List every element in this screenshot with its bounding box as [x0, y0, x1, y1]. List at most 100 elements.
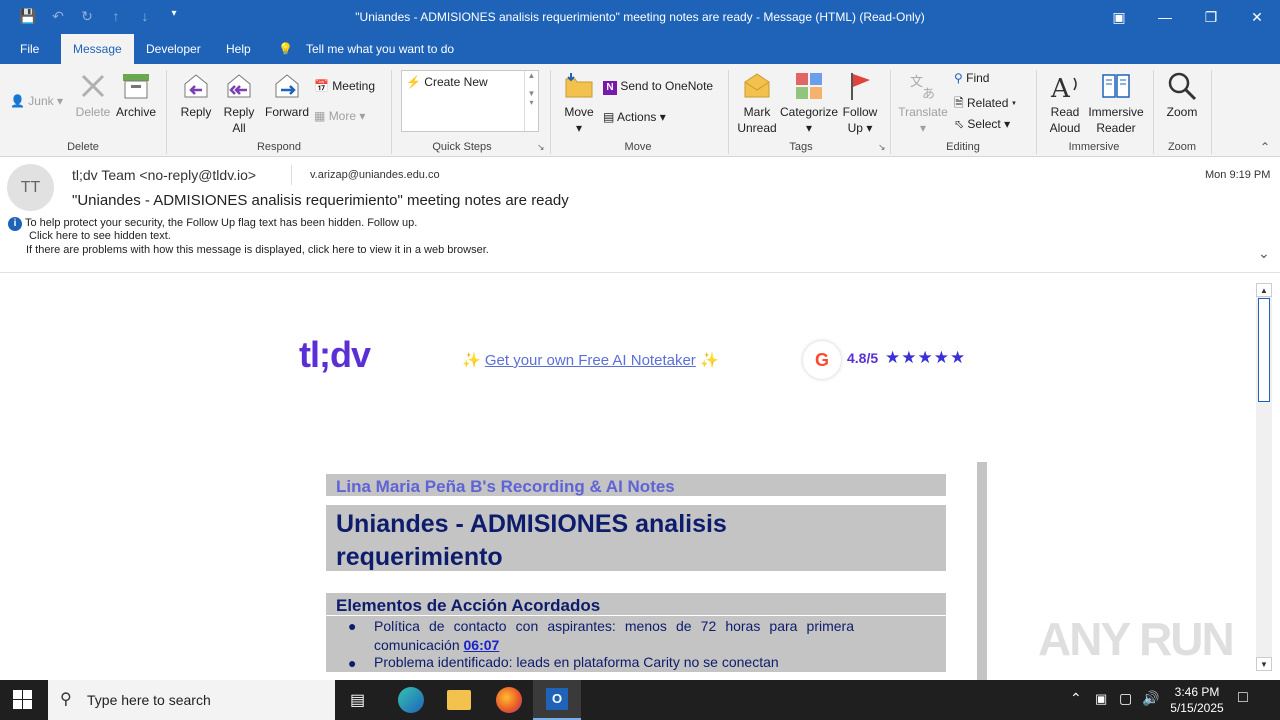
zoom-button[interactable]: Zoom	[1160, 70, 1204, 120]
action-items-list: ● Política de contacto con aspirantes: m…	[326, 616, 946, 672]
delete-button[interactable]: Delete	[72, 70, 114, 120]
watermark-logo: ANY RUN	[1038, 613, 1235, 665]
ribbon-divider	[166, 70, 167, 154]
task-view-icon[interactable]: ▤	[350, 690, 365, 710]
clock[interactable]: 3:46 PM 5/15/2025	[1168, 684, 1226, 716]
immersive-reader-icon	[1102, 74, 1130, 98]
notification-icon[interactable]: □	[1238, 689, 1248, 707]
timestamp-link[interactable]: 06:07	[464, 637, 500, 653]
group-label-move: Move	[624, 141, 652, 153]
junk-button[interactable]: 👤 Junk ▾	[10, 94, 63, 108]
list-bullet: ●	[348, 655, 357, 671]
info-browser-link[interactable]: If there are problems with how this mess…	[26, 244, 489, 256]
recipient[interactable]: v.arizap@uniandes.edu.co	[310, 169, 440, 181]
sender[interactable]: tl;dv Team <no-reply@tldv.io>	[72, 167, 256, 183]
list-bullet: ●	[348, 618, 357, 634]
group-label-zoom: Zoom	[1167, 141, 1197, 153]
related-button[interactable]: 🗎 Related ▾	[954, 94, 1016, 115]
ribbon-divider	[1211, 70, 1212, 154]
ribbon: 👤 Junk ▾ Delete Archive Delete Reply Rep…	[0, 64, 1280, 157]
monitor-icon[interactable]: ▢	[1119, 690, 1132, 707]
info-followup-text[interactable]: To help protect your security, the Follo…	[25, 217, 417, 229]
network-icon[interactable]: ▣	[1095, 691, 1107, 707]
card-shadow-bar	[977, 462, 987, 680]
follow-up-button[interactable]: Follow Up ▾	[840, 70, 880, 136]
scroll-up-arrow-icon[interactable]: ▲	[1256, 283, 1272, 297]
select-button[interactable]: ⬁ Select ▾	[954, 117, 1010, 131]
outlook-taskbar-button[interactable]: O	[533, 680, 581, 720]
avatar: TT	[7, 164, 54, 211]
expand-header-icon[interactable]: ⌄	[1258, 245, 1270, 262]
vertical-scrollbar[interactable]: ▲ ▼	[1256, 283, 1272, 671]
dialog-launcher-icon[interactable]: ↘	[537, 142, 545, 153]
quick-steps-gallery[interactable]: ⚡ Create New ▲ ▼ ▾	[401, 70, 539, 132]
quick-step-create-new[interactable]: ⚡ Create New	[406, 75, 488, 89]
more-button[interactable]: ▦ More ▾	[314, 109, 365, 123]
translate-button[interactable]: 文あ Translate ▾	[897, 70, 949, 136]
group-label-tags: Tags	[789, 141, 813, 153]
archive-button[interactable]: Archive	[114, 70, 158, 120]
read-aloud-button[interactable]: A Read Aloud	[1043, 70, 1087, 136]
card-spacer	[326, 571, 937, 593]
move-button[interactable]: Move ▾	[560, 70, 598, 136]
forward-button[interactable]: Forward	[262, 70, 312, 120]
reply-button[interactable]: Reply	[176, 70, 216, 120]
reply-icon	[184, 74, 208, 98]
firefox-icon[interactable]	[496, 687, 522, 713]
info-hidden-text-link[interactable]: Click here to see hidden text.	[29, 230, 171, 242]
delete-icon	[81, 74, 105, 98]
group-label-delete: Delete	[67, 141, 99, 153]
forward-icon	[275, 74, 299, 98]
message-header: TT tl;dv Team <no-reply@tldv.io> v.ariza…	[0, 157, 1280, 273]
ribbon-divider	[728, 70, 729, 154]
section-title: Elementos de Acción Acordados	[336, 596, 601, 615]
move-folder-icon	[565, 73, 593, 98]
chevron-up-icon[interactable]: ⌃	[1070, 690, 1082, 707]
minimize-button[interactable]: —	[1142, 4, 1188, 30]
send-to-onenote-button[interactable]: N Send to OneNote	[603, 79, 713, 95]
reply-all-button[interactable]: Reply All	[219, 70, 259, 136]
close-button[interactable]: ✕	[1234, 4, 1280, 30]
edge-browser-icon[interactable]	[398, 687, 424, 713]
windows-start-icon[interactable]	[13, 690, 33, 710]
svg-text:A: A	[1050, 74, 1071, 102]
actions-button[interactable]: ▤ Actions ▾	[603, 110, 666, 124]
dialog-launcher-icon[interactable]: ↘	[878, 142, 886, 153]
outlook-icon: O	[546, 688, 568, 710]
tab-file[interactable]: File	[8, 34, 51, 64]
taskbar-search-box[interactable]: ⚲ Type here to search	[48, 680, 335, 720]
ribbon-divider	[550, 70, 551, 154]
scroll-down-arrow-icon[interactable]: ▼	[1256, 657, 1272, 671]
meeting-button[interactable]: 📅 Meeting	[314, 79, 375, 93]
ribbon-divider	[890, 70, 891, 154]
group-label-editing: Editing	[946, 141, 980, 153]
maximize-button[interactable]: ❐	[1188, 4, 1234, 30]
volume-icon[interactable]: 🔊	[1142, 690, 1159, 707]
scroll-thumb[interactable]	[1258, 298, 1270, 402]
read-aloud-icon: A	[1050, 74, 1077, 102]
section-header-bar: Elementos de Acción Acordados	[326, 593, 946, 615]
gallery-scroll[interactable]: ▲ ▼ ▾	[524, 71, 538, 131]
categorize-button[interactable]: Categorize ▾	[780, 70, 838, 136]
search-placeholder: Type here to search	[87, 692, 211, 708]
tab-message[interactable]: Message	[61, 34, 134, 64]
info-icon: i	[8, 217, 22, 231]
more-icon: ▦	[314, 109, 326, 123]
find-button[interactable]: ⚲ Find	[954, 71, 989, 85]
mark-unread-button[interactable]: Mark Unread	[735, 70, 779, 136]
translate-icon: 文あ	[910, 75, 935, 102]
divider	[291, 165, 292, 185]
tab-help[interactable]: Help	[214, 34, 263, 64]
ribbon-display-icon[interactable]: ▣	[1096, 4, 1142, 30]
immersive-reader-button[interactable]: Immersive Reader	[1087, 70, 1145, 136]
file-explorer-icon[interactable]	[447, 690, 471, 710]
tell-me-search[interactable]: Tell me what you want to do	[294, 34, 466, 64]
promo-link[interactable]: ✨ Get your own Free AI Notetaker ✨	[462, 351, 719, 369]
collapse-ribbon-icon[interactable]: ⌃	[1260, 140, 1270, 154]
svg-text:あ: あ	[922, 87, 935, 102]
window-title: "Uniandes - ADMISIONES analisis requerim…	[355, 10, 925, 24]
meeting-title: Uniandes - ADMISIONES analisis requerimie…	[336, 510, 727, 571]
tab-developer[interactable]: Developer	[134, 34, 213, 64]
tldv-logo[interactable]: tl;dv	[299, 334, 371, 376]
lightning-icon: ⚡	[406, 75, 421, 89]
